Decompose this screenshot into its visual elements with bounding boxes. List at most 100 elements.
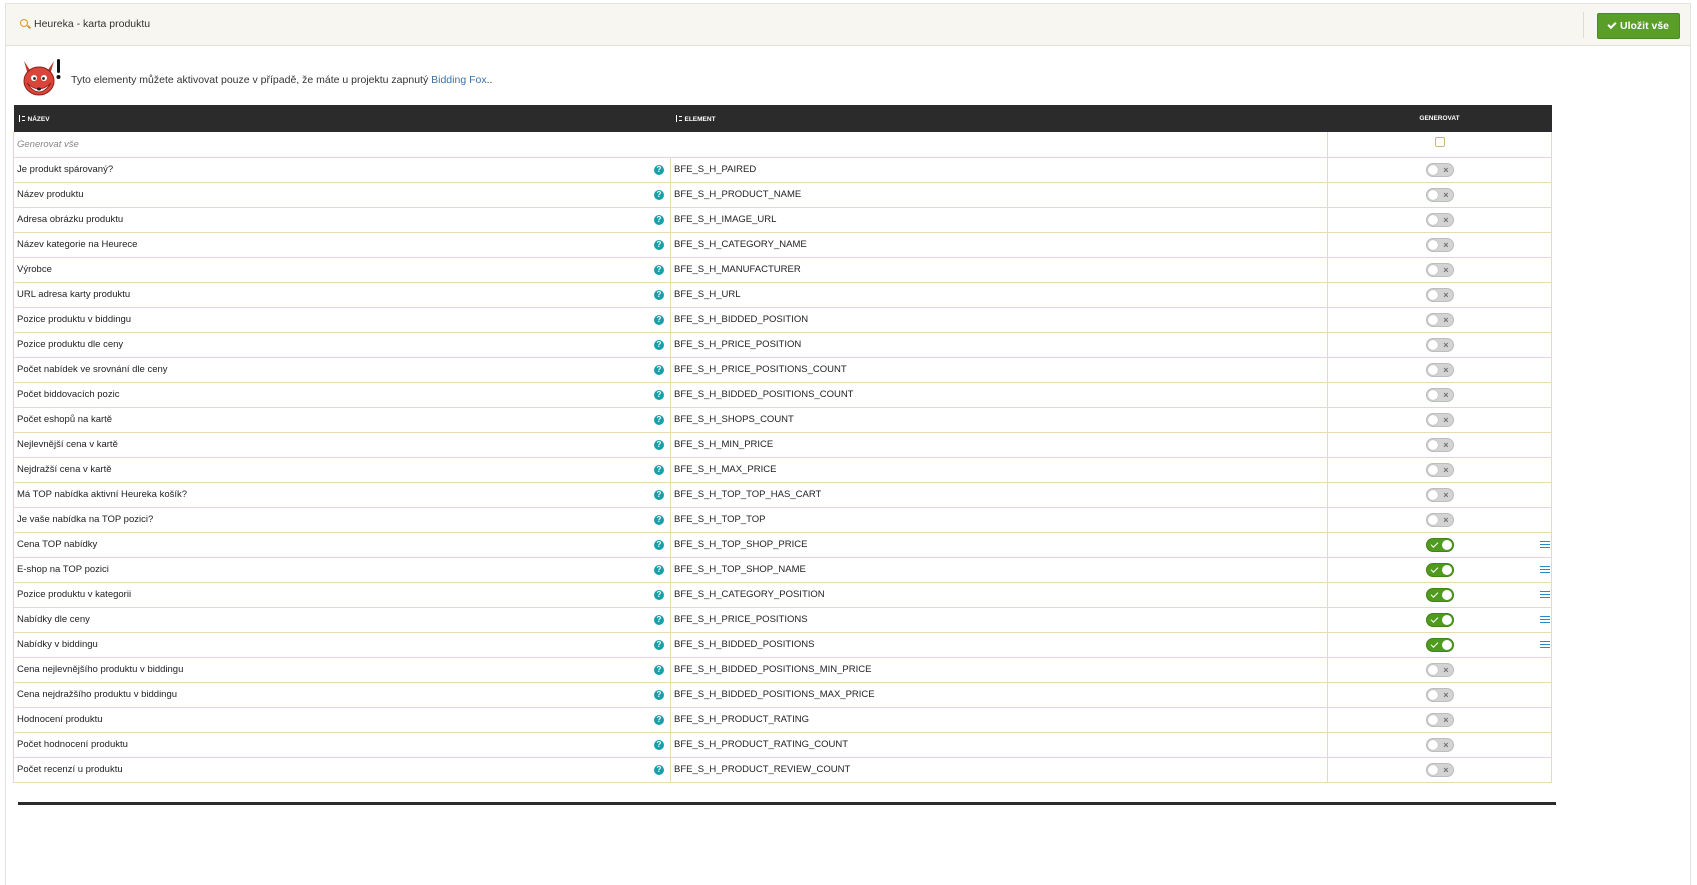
generate-toggle[interactable]: × [1425,737,1454,752]
row-generate-cell: × [1327,307,1552,333]
toggle-knob [1427,489,1438,500]
help-icon[interactable]: ? [654,639,664,650]
help-icon[interactable]: ? [654,689,664,700]
row-name-cell: Pozice produktu v biddingu? [13,307,671,333]
generate-all-checkbox[interactable] [1434,137,1445,147]
list-icon[interactable] [1540,565,1550,574]
row-element: BFE_S_H_MAX_PRICE [674,464,777,475]
row-element-cell: BFE_S_H_PRICE_POSITION [670,332,1328,358]
generate-toggle[interactable]: × [1425,762,1454,777]
row-name-cell: Cena nejdražšího produktu v biddingu? [13,682,671,708]
generate-toggle[interactable]: × [1425,312,1454,327]
row-generate-cell [1327,557,1552,583]
row-generate-cell [1327,632,1552,658]
toggle-knob [1427,364,1438,375]
row-element-cell: BFE_S_H_MANUFACTURER [670,257,1328,283]
list-icon[interactable] [1540,540,1550,549]
help-icon[interactable]: ? [654,764,664,775]
close-icon: × [1443,714,1449,725]
help-icon[interactable]: ? [654,564,664,575]
generate-toggle[interactable] [1425,537,1454,552]
row-name-cell: Počet eshopů na kartě? [13,407,671,433]
generate-toggle[interactable] [1425,612,1454,627]
list-icon[interactable] [1540,590,1550,599]
help-icon[interactable]: ? [654,189,664,200]
save-all-button[interactable]: Uložit vše [1597,13,1680,39]
help-icon[interactable]: ? [654,264,664,275]
generate-toggle[interactable]: × [1425,437,1454,452]
row-name-cell: Počet hodnocení produktu? [13,732,671,758]
top-bar: Heureka - karta produktu Uložit vše [6,4,1690,46]
row-name: Pozice produktu v kategorii [17,589,132,600]
table-row: Adresa obrázku produktu? BFE_S_H_IMAGE_UR… [13,207,1552,233]
help-icon[interactable]: ? [654,539,664,550]
row-generate-cell: × [1327,257,1552,283]
generate-toggle[interactable]: × [1425,237,1454,252]
close-icon: × [1443,189,1449,200]
row-element: BFE_S_H_SHOPS_COUNT [674,414,794,425]
generate-toggle[interactable]: × [1425,712,1454,727]
generate-toggle[interactable]: × [1425,187,1454,202]
generate-all-checkbox-cell [1327,132,1552,158]
generate-toggle[interactable]: × [1425,212,1454,227]
generate-toggle[interactable]: × [1425,412,1454,427]
help-icon[interactable]: ? [654,289,664,300]
row-name: Počet hodnocení produktu [17,739,128,750]
generate-toggle[interactable]: × [1425,387,1454,402]
help-icon[interactable]: ? [654,614,664,625]
help-icon[interactable]: ? [654,589,664,600]
close-icon: × [1443,764,1449,775]
generate-toggle[interactable]: × [1425,262,1454,277]
generate-toggle[interactable]: × [1425,687,1454,702]
help-icon[interactable]: ? [654,339,664,350]
generate-toggle[interactable] [1425,587,1454,602]
row-generate-cell [1327,607,1552,633]
table-row: Cena nejlevnějšího produktu v biddingu? B… [13,657,1552,683]
help-icon[interactable]: ? [654,389,664,400]
help-icon[interactable]: ? [654,214,664,225]
help-icon[interactable]: ? [654,239,664,250]
help-icon[interactable]: ? [654,464,664,475]
generate-toggle[interactable]: × [1425,512,1454,527]
list-icon[interactable] [1540,615,1550,624]
help-icon[interactable]: ? [654,739,664,750]
row-name-cell: Počet biddovacích pozic? [13,382,671,408]
toggle-knob [1427,689,1438,700]
generate-toggle[interactable]: × [1425,337,1454,352]
help-icon[interactable]: ? [654,664,664,675]
help-icon[interactable]: ? [654,489,664,500]
generate-toggle[interactable]: × [1425,287,1454,302]
row-name: Cena nejdražšího produktu v biddingu [17,689,178,700]
column-element-header[interactable]: ELEMENT [670,105,1328,132]
list-icon[interactable] [1540,640,1550,649]
row-generate-cell: × [1327,382,1552,408]
generate-toggle[interactable]: × [1425,162,1454,177]
table-row: Pozice produktu v biddingu? BFE_S_H_BIDDE… [13,307,1552,333]
generate-toggle[interactable]: × [1425,487,1454,502]
row-element: BFE_S_H_PRODUCT_RATING_COUNT [674,739,849,750]
column-name-header[interactable]: NÁZEV [13,105,671,132]
toggle-knob [1441,639,1452,650]
row-element: BFE_S_H_PRODUCT_REVIEW_COUNT [674,764,851,775]
help-icon[interactable]: ? [654,364,664,375]
row-element: BFE_S_H_PRICE_POSITIONS [674,614,808,625]
table-row: Cena nejdražšího produktu v biddingu? BFE… [13,682,1552,708]
generate-toggle[interactable] [1425,637,1454,652]
row-element-cell: BFE_S_H_SHOPS_COUNT [670,407,1328,433]
help-icon[interactable]: ? [654,714,664,725]
row-name: Název kategorie na Heurece [17,239,138,250]
generate-toggle[interactable]: × [1425,362,1454,377]
row-name-cell: Nejdražší cena v kartě? [13,457,671,483]
generate-toggle[interactable]: × [1425,662,1454,677]
generate-toggle[interactable] [1425,562,1454,577]
help-icon[interactable]: ? [654,514,664,525]
help-icon[interactable]: ? [654,414,664,425]
help-icon[interactable]: ? [654,439,664,450]
help-icon[interactable]: ? [654,314,664,325]
generate-toggle[interactable]: × [1425,462,1454,477]
bidding-fox-link[interactable]: Bidding Fox [431,74,486,86]
row-element: BFE_S_H_TOP_SHOP_NAME [674,564,806,575]
close-icon: × [1443,689,1449,700]
close-icon: × [1443,739,1449,750]
help-icon[interactable]: ? [654,164,664,175]
